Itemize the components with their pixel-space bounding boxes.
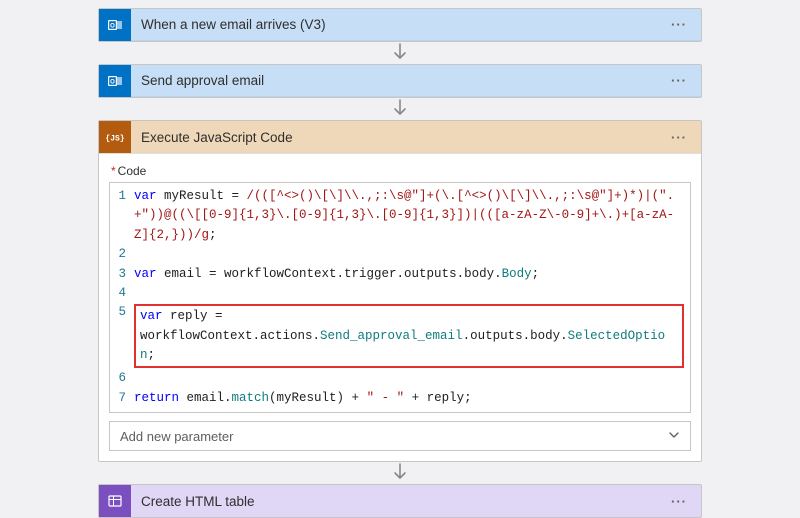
more-icon[interactable]: ··· — [667, 130, 691, 145]
step-header[interactable]: O Send approval email ··· — [99, 65, 701, 97]
connector-arrow — [98, 462, 702, 484]
outlook-icon: O — [99, 65, 131, 97]
chevron-down-icon — [668, 429, 680, 444]
step-header[interactable]: {JS} Execute JavaScript Code ··· — [99, 121, 701, 153]
add-parameter-label: Add new parameter — [120, 429, 233, 444]
more-icon[interactable]: ··· — [667, 73, 691, 88]
connector-arrow — [98, 42, 702, 64]
code-line-1: var myResult = var myResult = /(([^<>()\… — [134, 187, 690, 245]
js-icon: {JS} — [99, 121, 131, 153]
code-line-5b: workflowContext.actions.Send_approval_em… — [140, 327, 678, 366]
line-number: 3 — [110, 265, 134, 284]
line-number: 2 — [110, 245, 134, 264]
code-line-3: var email = workflowContext.trigger.outp… — [134, 265, 690, 284]
data-operations-icon — [99, 485, 131, 517]
step-title: Create HTML table — [141, 494, 657, 509]
step-title: Send approval email — [141, 73, 657, 88]
step-create-html-table[interactable]: Create HTML table ··· — [98, 484, 702, 518]
line-number: 1 — [110, 187, 134, 206]
line-number: 5 — [110, 303, 134, 322]
more-icon[interactable]: ··· — [667, 494, 691, 509]
more-icon[interactable]: ··· — [667, 17, 691, 32]
step-execute-js: {JS} Execute JavaScript Code ··· *Code 1… — [98, 120, 702, 462]
line-number: 6 — [110, 369, 134, 388]
connector-arrow — [98, 98, 702, 120]
step-title: Execute JavaScript Code — [141, 130, 657, 145]
step-email-trigger[interactable]: O When a new email arrives (V3) ··· — [98, 8, 702, 42]
svg-text:O: O — [110, 23, 115, 29]
step-header[interactable]: O When a new email arrives (V3) ··· — [99, 9, 701, 41]
line-number: 7 — [110, 389, 134, 408]
step-body: *Code 1var myResult = var myResult = /((… — [99, 153, 701, 461]
svg-text:O: O — [110, 79, 115, 85]
step-title: When a new email arrives (V3) — [141, 17, 657, 32]
add-parameter-dropdown[interactable]: Add new parameter — [109, 421, 691, 451]
outlook-icon: O — [99, 9, 131, 41]
code-line-5: var reply = — [140, 307, 678, 326]
workflow-canvas: O When a new email arrives (V3) ··· O Se… — [0, 0, 800, 518]
step-header[interactable]: Create HTML table ··· — [99, 485, 701, 517]
line-number: 4 — [110, 284, 134, 303]
code-editor[interactable]: 1var myResult = var myResult = /(([^<>()… — [109, 182, 691, 413]
svg-text:{JS}: {JS} — [106, 135, 124, 144]
code-line-7: return email.match(myResult) + " - " + r… — [134, 389, 690, 408]
code-label: *Code — [111, 164, 691, 178]
highlighted-code: var reply = workflowContext.actions.Send… — [134, 304, 684, 368]
step-send-approval[interactable]: O Send approval email ··· — [98, 64, 702, 98]
